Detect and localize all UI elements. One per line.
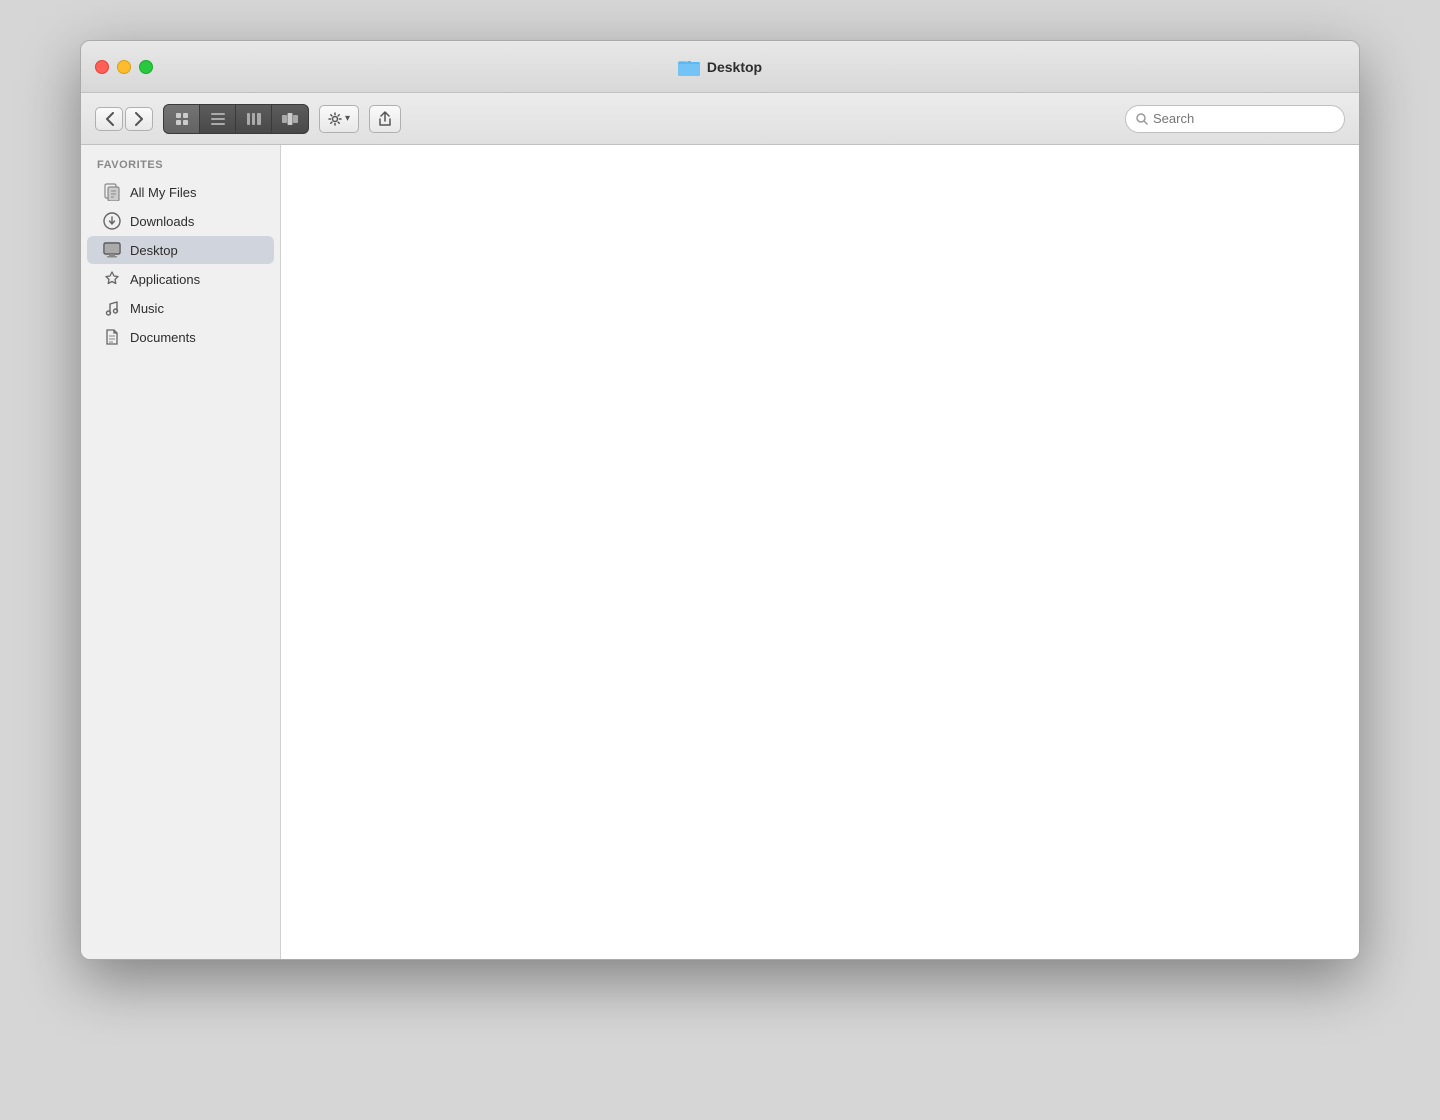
finder-window: Desktop bbox=[80, 40, 1360, 960]
share-icon bbox=[378, 111, 392, 127]
sidebar-item-label-downloads: Downloads bbox=[130, 214, 194, 229]
cover-flow-icon bbox=[282, 113, 298, 125]
sidebar-item-label-desktop: Desktop bbox=[130, 243, 178, 258]
sidebar-item-label-documents: Documents bbox=[130, 330, 196, 345]
cover-flow-view-button[interactable] bbox=[272, 105, 308, 133]
toolbar: ▾ bbox=[81, 93, 1359, 145]
sidebar-item-documents[interactable]: Documents bbox=[87, 323, 274, 351]
chevron-right-icon bbox=[135, 112, 144, 126]
maximize-button[interactable] bbox=[139, 60, 153, 74]
traffic-lights bbox=[95, 60, 153, 74]
sidebar-item-label-applications: Applications bbox=[130, 272, 200, 287]
column-view-button[interactable] bbox=[236, 105, 272, 133]
sidebar: Favorites All My Files bbox=[81, 145, 281, 959]
downloads-icon bbox=[103, 212, 121, 230]
action-button[interactable]: ▾ bbox=[319, 105, 359, 133]
applications-icon bbox=[103, 270, 121, 288]
title-bar: Desktop bbox=[81, 41, 1359, 93]
documents-icon bbox=[103, 328, 121, 346]
search-bar[interactable] bbox=[1125, 105, 1345, 133]
search-icon bbox=[1136, 113, 1148, 125]
nav-buttons bbox=[95, 107, 153, 131]
close-button[interactable] bbox=[95, 60, 109, 74]
minimize-button[interactable] bbox=[117, 60, 131, 74]
list-view-button[interactable] bbox=[200, 105, 236, 133]
chevron-left-icon bbox=[105, 112, 114, 126]
list-view-icon bbox=[211, 113, 225, 125]
sidebar-item-applications[interactable]: Applications bbox=[87, 265, 274, 293]
view-buttons bbox=[163, 104, 309, 134]
gear-icon bbox=[328, 112, 342, 126]
sidebar-section-favorites: Favorites bbox=[81, 159, 280, 177]
share-button[interactable] bbox=[369, 105, 401, 133]
sidebar-item-label-music: Music bbox=[130, 301, 164, 316]
forward-button[interactable] bbox=[125, 107, 153, 131]
main-content: Favorites All My Files bbox=[81, 145, 1359, 959]
sidebar-item-desktop[interactable]: Desktop bbox=[87, 236, 274, 264]
files-icon bbox=[103, 183, 121, 201]
back-button[interactable] bbox=[95, 107, 123, 131]
desktop-icon bbox=[103, 241, 121, 259]
icon-view-icon bbox=[175, 112, 189, 126]
action-dropdown-arrow: ▾ bbox=[345, 113, 350, 124]
sidebar-item-music[interactable]: Music bbox=[87, 294, 274, 322]
magnifier-icon bbox=[1136, 113, 1148, 125]
folder-icon bbox=[678, 58, 700, 76]
window-title: Desktop bbox=[707, 59, 762, 75]
sidebar-item-downloads[interactable]: Downloads bbox=[87, 207, 274, 235]
window-title-area: Desktop bbox=[678, 58, 762, 76]
sidebar-item-label-all-my-files: All My Files bbox=[130, 185, 196, 200]
music-icon bbox=[103, 299, 121, 317]
file-area bbox=[281, 145, 1359, 959]
search-input[interactable] bbox=[1153, 111, 1334, 126]
column-view-icon bbox=[247, 113, 261, 125]
sidebar-item-all-my-files[interactable]: All My Files bbox=[87, 178, 274, 206]
icon-view-button[interactable] bbox=[164, 105, 200, 133]
